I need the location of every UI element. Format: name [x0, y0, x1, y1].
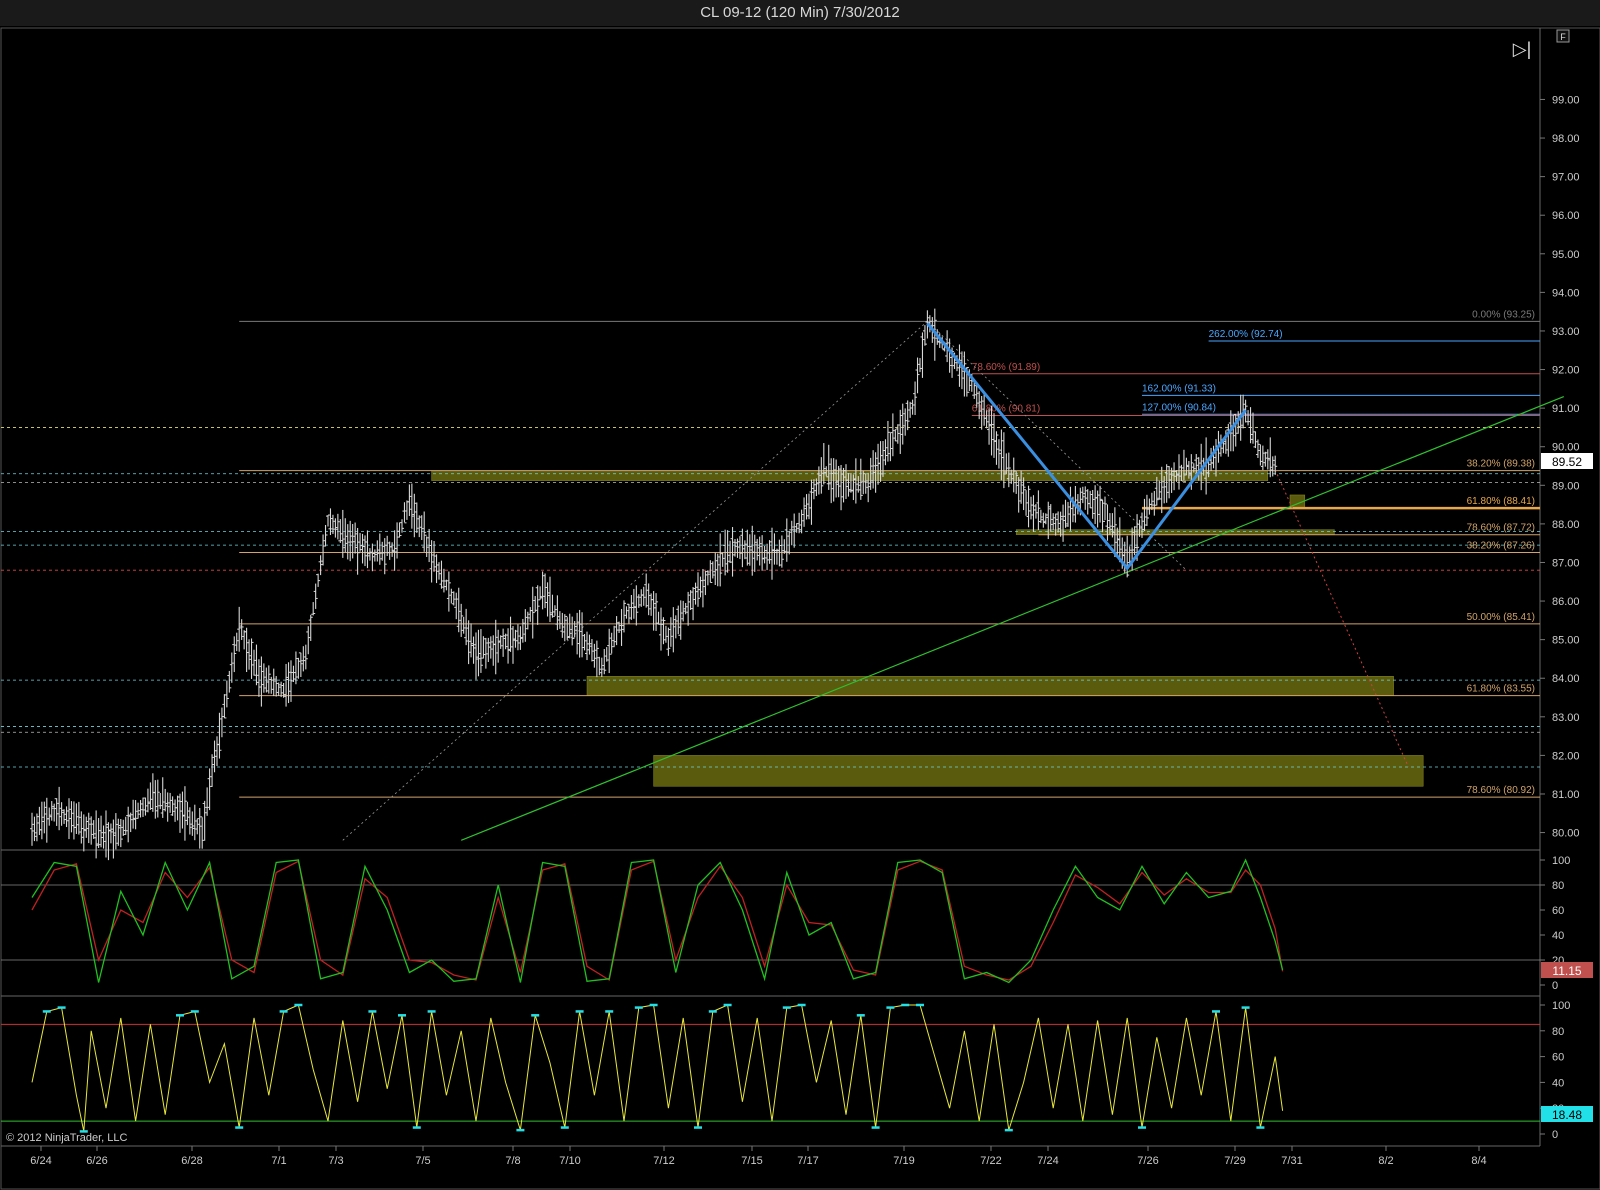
oscillator-tick-label: 40	[1552, 1077, 1564, 1089]
price-tick-label: 80.00	[1552, 828, 1580, 840]
time-tick-label: 8/4	[1471, 1155, 1486, 1167]
fib-level-label: 38.20% (87.26)	[1467, 540, 1535, 551]
time-tick-label: 7/26	[1137, 1155, 1158, 1167]
price-tick-label: 88.00	[1552, 519, 1580, 531]
time-tick-label: 7/1	[271, 1155, 286, 1167]
time-tick-label: 7/31	[1281, 1155, 1302, 1167]
fib-level-label: 38.20% (89.38)	[1467, 459, 1535, 470]
time-tick-label: 6/24	[30, 1155, 51, 1167]
last-price-label: 89.52	[1552, 455, 1582, 469]
time-tick-label: 7/22	[980, 1155, 1001, 1167]
oscillator-tick-label: 60	[1552, 1052, 1564, 1064]
time-tick-label: 6/26	[86, 1155, 107, 1167]
stochastics-tick-label: 60	[1552, 905, 1564, 917]
price-tick-label: 83.00	[1552, 712, 1580, 724]
fib-level-label: 0.00% (93.25)	[1472, 309, 1535, 320]
time-tick-label: 7/29	[1224, 1155, 1245, 1167]
title-bar: CL 09-12 (120 Min) 7/30/2012	[0, 0, 1600, 27]
stochastics-tick-label: 80	[1552, 880, 1564, 892]
oscillator-tick-label: 100	[1552, 1000, 1570, 1012]
stochastics-tick-label: 100	[1552, 855, 1570, 867]
price-tick-label: 81.00	[1552, 789, 1580, 801]
fib-level-label: 78.60% (80.92)	[1467, 785, 1535, 796]
time-tick-label: 7/12	[653, 1155, 674, 1167]
price-tick-label: 99.00	[1552, 94, 1580, 106]
price-tick-label: 92.00	[1552, 365, 1580, 377]
stochastics-value-label: 11.15	[1552, 964, 1581, 978]
stochastics-tick-label: 0	[1552, 980, 1558, 992]
time-tick-label: 7/3	[328, 1155, 343, 1167]
time-tick-label: 7/15	[741, 1155, 762, 1167]
fib-level-label: 78.60% (87.72)	[1467, 523, 1535, 534]
price-tick-label: 82.00	[1552, 750, 1580, 762]
fib-zone	[586, 676, 1394, 696]
time-tick-label: 7/8	[505, 1155, 520, 1167]
fib-zone	[653, 755, 1424, 787]
price-tick-label: 91.00	[1552, 403, 1580, 415]
fib-level-label: 78.60% (91.89)	[972, 362, 1040, 373]
oscillator-tick-label: 80	[1552, 1026, 1564, 1038]
price-tick-label: 96.00	[1552, 210, 1580, 222]
price-tick-label: 85.00	[1552, 635, 1580, 647]
fib-level-label: 127.00% (90.84)	[1142, 402, 1216, 413]
fib-level-label: 50.00% (85.41)	[1467, 612, 1535, 623]
oscillator-tick-label: 0	[1552, 1129, 1558, 1141]
fib-zone	[431, 470, 1269, 481]
price-tick-label: 90.00	[1552, 442, 1580, 454]
price-tick-label: 89.00	[1552, 480, 1580, 492]
ninjatrader-chart-window: CL 09-12 (120 Min) 7/30/2012 0.00% (93.2…	[0, 0, 1600, 1190]
time-tick-label: 7/10	[559, 1155, 580, 1167]
fib-level-label: 61.80% (83.55)	[1467, 684, 1535, 695]
time-tick-label: 8/2	[1378, 1155, 1393, 1167]
price-tick-label: 94.00	[1552, 287, 1580, 299]
price-tick-label: 98.00	[1552, 133, 1580, 145]
price-tick-label: 97.00	[1552, 172, 1580, 184]
price-tick-label: 86.00	[1552, 596, 1580, 608]
price-tick-label: 95.00	[1552, 249, 1580, 261]
time-tick-label: 7/17	[797, 1155, 818, 1167]
price-tick-label: 93.00	[1552, 326, 1580, 338]
time-tick-label: 7/24	[1037, 1155, 1058, 1167]
price-tick-label: 87.00	[1552, 557, 1580, 569]
time-tick-label: 6/28	[181, 1155, 202, 1167]
f-button-label: F	[1560, 32, 1566, 42]
copyright-label: © 2012 NinjaTrader, LLC	[6, 1132, 127, 1144]
window-title: CL 09-12 (120 Min) 7/30/2012	[700, 4, 900, 21]
oscillator-value-label: 18.48	[1552, 1108, 1582, 1122]
chart-canvas[interactable]: 0.00% (93.25) 262.00% (92.74) 78.60% (91.8…	[0, 26, 1600, 1190]
stochastics-tick-label: 40	[1552, 930, 1564, 942]
fib-level-label: 162.00% (91.33)	[1142, 383, 1216, 394]
time-tick-label: 7/5	[415, 1155, 430, 1167]
price-tick-label: 84.00	[1552, 673, 1580, 685]
time-tick-label: 7/19	[893, 1155, 914, 1167]
fib-zone	[1015, 529, 1335, 535]
fib-level-label: 262.00% (92.74)	[1209, 329, 1283, 340]
collapse-panel-icon[interactable]: ▷|	[1513, 39, 1532, 59]
fib-level-label: 61.80% (88.41)	[1467, 496, 1535, 507]
